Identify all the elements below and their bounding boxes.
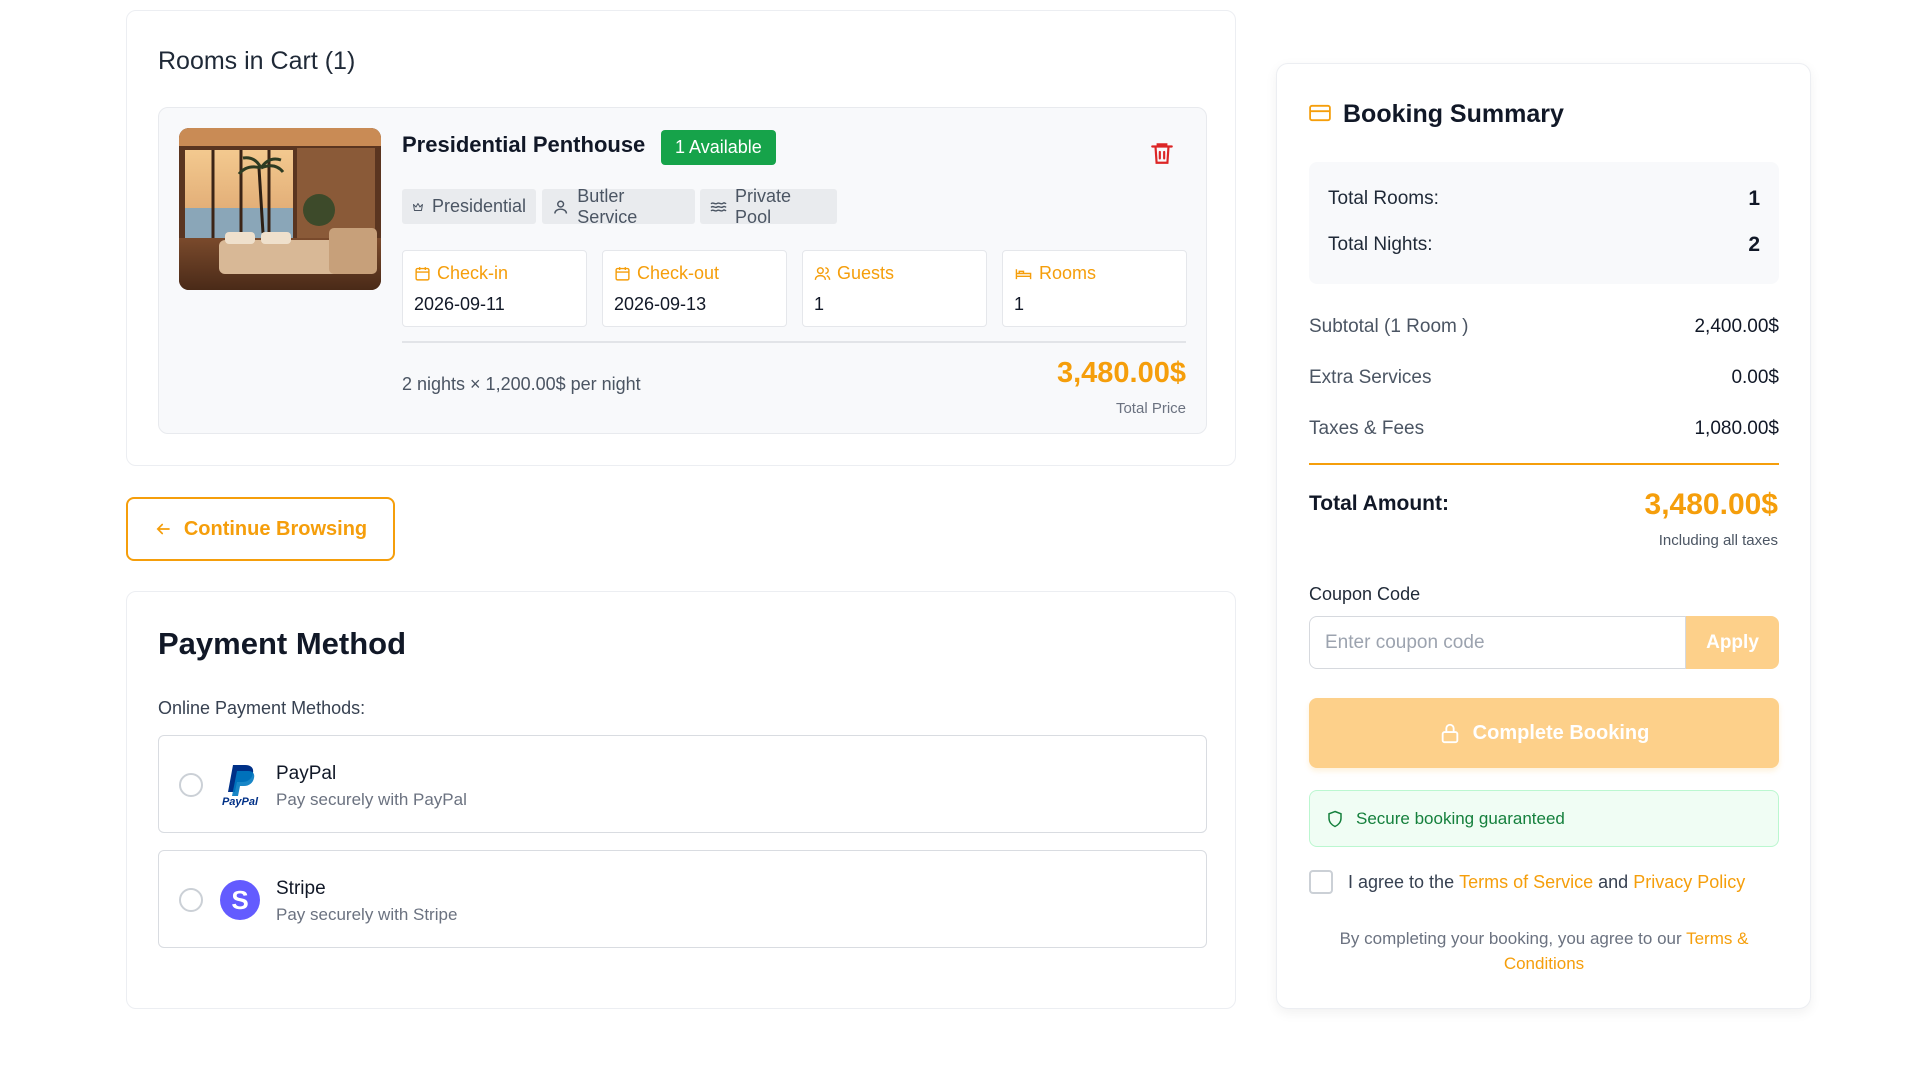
coupon-label: Coupon Code [1309,584,1421,604]
taxes-value: 1,080.00$ [1694,418,1779,439]
terms-checkbox[interactable] [1309,870,1333,894]
taxes-row: Taxes & Fees 1,080.00$ [1309,418,1779,444]
agree-prefix: I agree to the [1348,871,1455,892]
paypal-radio[interactable] [179,773,203,797]
amenity-tag-presidential: Presidential [402,189,536,224]
subtotal-value: 2,400.00$ [1694,316,1779,337]
guests-box: Guests 1 [802,250,987,327]
payment-option-paypal[interactable]: PayPal PayPal Pay securely with PayPal [158,735,1207,833]
extras-value: 0.00$ [1731,367,1779,388]
total-nights-label: Total Nights: [1328,234,1433,255]
amenity-tag-butler: Butler Service [542,186,695,227]
subtotal-label: Subtotal (1 Room ) [1309,316,1469,337]
total-amount-label: Total Amount: [1309,492,1449,515]
agree-and: and [1598,871,1629,892]
svg-text:PayPal: PayPal [222,796,259,808]
payment-title: Payment Method [158,626,407,661]
stripe-description: Pay securely with Stripe [276,905,458,924]
room-total-label: Total Price [1115,400,1186,417]
apply-coupon-button[interactable]: Apply [1686,616,1779,669]
arrow-left-icon [156,523,170,535]
secure-booking-text: Secure booking guaranteed [1356,808,1565,828]
cart-card: Rooms in Cart (1) Presidential Penthouse… [126,10,1236,466]
credit-card-icon [1309,104,1331,122]
continue-browsing-label: Continue Browsing [183,517,368,540]
cart-title: Rooms in Cart (1) [158,47,356,75]
divider [1309,463,1779,465]
paypal-description: Pay securely with PayPal [276,790,467,809]
payment-card: Payment Method Online Payment Methods: P… [126,591,1236,1009]
total-rooms-label: Total Rooms: [1328,188,1439,209]
crown-icon [412,202,423,211]
totals-box: Total Rooms: 1 Total Nights: 2 [1309,162,1779,284]
terms-note-text: By completing your booking, you agree to… [1339,929,1682,948]
check-in-value: 2026-09-11 [414,294,505,314]
cart-room-item: Presidential Penthouse 1 Available Presi… [158,107,1207,434]
check-out-label: Check-out [637,263,720,283]
stripe-logo: S [219,877,261,923]
terms-agreement: I agree to the Terms of Service and Priv… [1309,869,1779,895]
terms-of-service-link[interactable]: Terms of Service [1459,872,1593,893]
privacy-policy-link[interactable]: Privacy Policy [1633,872,1745,893]
check-in-label: Check-in [437,263,509,283]
shield-icon [1328,810,1342,827]
check-in-box: Check-in 2026-09-11 [402,250,587,327]
amenity-label: Presidential [431,196,526,216]
check-out-box: Check-out 2026-09-13 [602,250,787,327]
amenity-tag-pool: Private Pool [700,186,837,227]
room-image [179,128,381,290]
stripe-radio[interactable] [179,888,203,912]
taxes-label: Taxes & Fees [1309,418,1425,439]
terms-note: By completing your booking, you agree to… [1309,926,1779,976]
total-nights-value: 2 [1748,233,1760,256]
complete-booking-button[interactable]: Complete Booking [1309,698,1779,768]
stripe-name: Stripe [276,878,326,899]
check-out-value: 2026-09-13 [614,294,707,314]
coupon-input[interactable] [1309,616,1686,669]
room-total-price: 3,480.00$ [1056,357,1186,389]
paypal-logo: PayPal [219,762,261,808]
calendar-icon [415,267,430,281]
bed-icon [1015,269,1032,280]
amenity-label: Private Pool [735,185,792,227]
extras-row: Extra Services 0.00$ [1309,367,1779,393]
trash-icon [1151,143,1173,164]
lock-icon [1441,723,1458,744]
summary-title: Booking Summary [1343,100,1564,128]
total-amount-value: 3,480.00$ [1644,488,1778,521]
calendar-icon [615,267,630,281]
guests-value: 1 [814,294,825,314]
online-methods-label: Online Payment Methods: [158,698,366,718]
users-icon [814,267,831,280]
svg-text:S: S [231,885,248,915]
delete-room-button[interactable] [1149,138,1175,168]
nights-breakdown: 2 nights × 1,200.00$ per night [402,374,641,394]
continue-browsing-button[interactable]: Continue Browsing [126,497,395,561]
paypal-name: PayPal [276,763,337,784]
secure-booking-notice: Secure booking guaranteed [1309,790,1779,847]
total-amount-note: Including all taxes [1658,532,1778,549]
guests-label: Guests [837,263,895,283]
payment-option-stripe[interactable]: S Stripe Pay securely with Stripe [158,850,1207,948]
booking-summary-card: Booking Summary Total Rooms: 1 Total Nig… [1276,63,1811,1009]
rooms-label: Rooms [1039,263,1097,283]
room-name: Presidential Penthouse [402,132,646,157]
complete-booking-label: Complete Booking [1472,721,1650,744]
availability-badge: 1 Available [661,130,776,165]
waves-icon [710,201,727,212]
extras-label: Extra Services [1309,367,1432,388]
user-icon [554,200,568,214]
rooms-value: 1 [1014,294,1025,314]
rooms-box: Rooms 1 [1002,250,1187,327]
divider [402,341,1186,343]
total-rooms-value: 1 [1748,187,1760,210]
subtotal-row: Subtotal (1 Room ) 2,400.00$ [1309,316,1779,342]
amenity-label: Butler Service [577,185,638,227]
